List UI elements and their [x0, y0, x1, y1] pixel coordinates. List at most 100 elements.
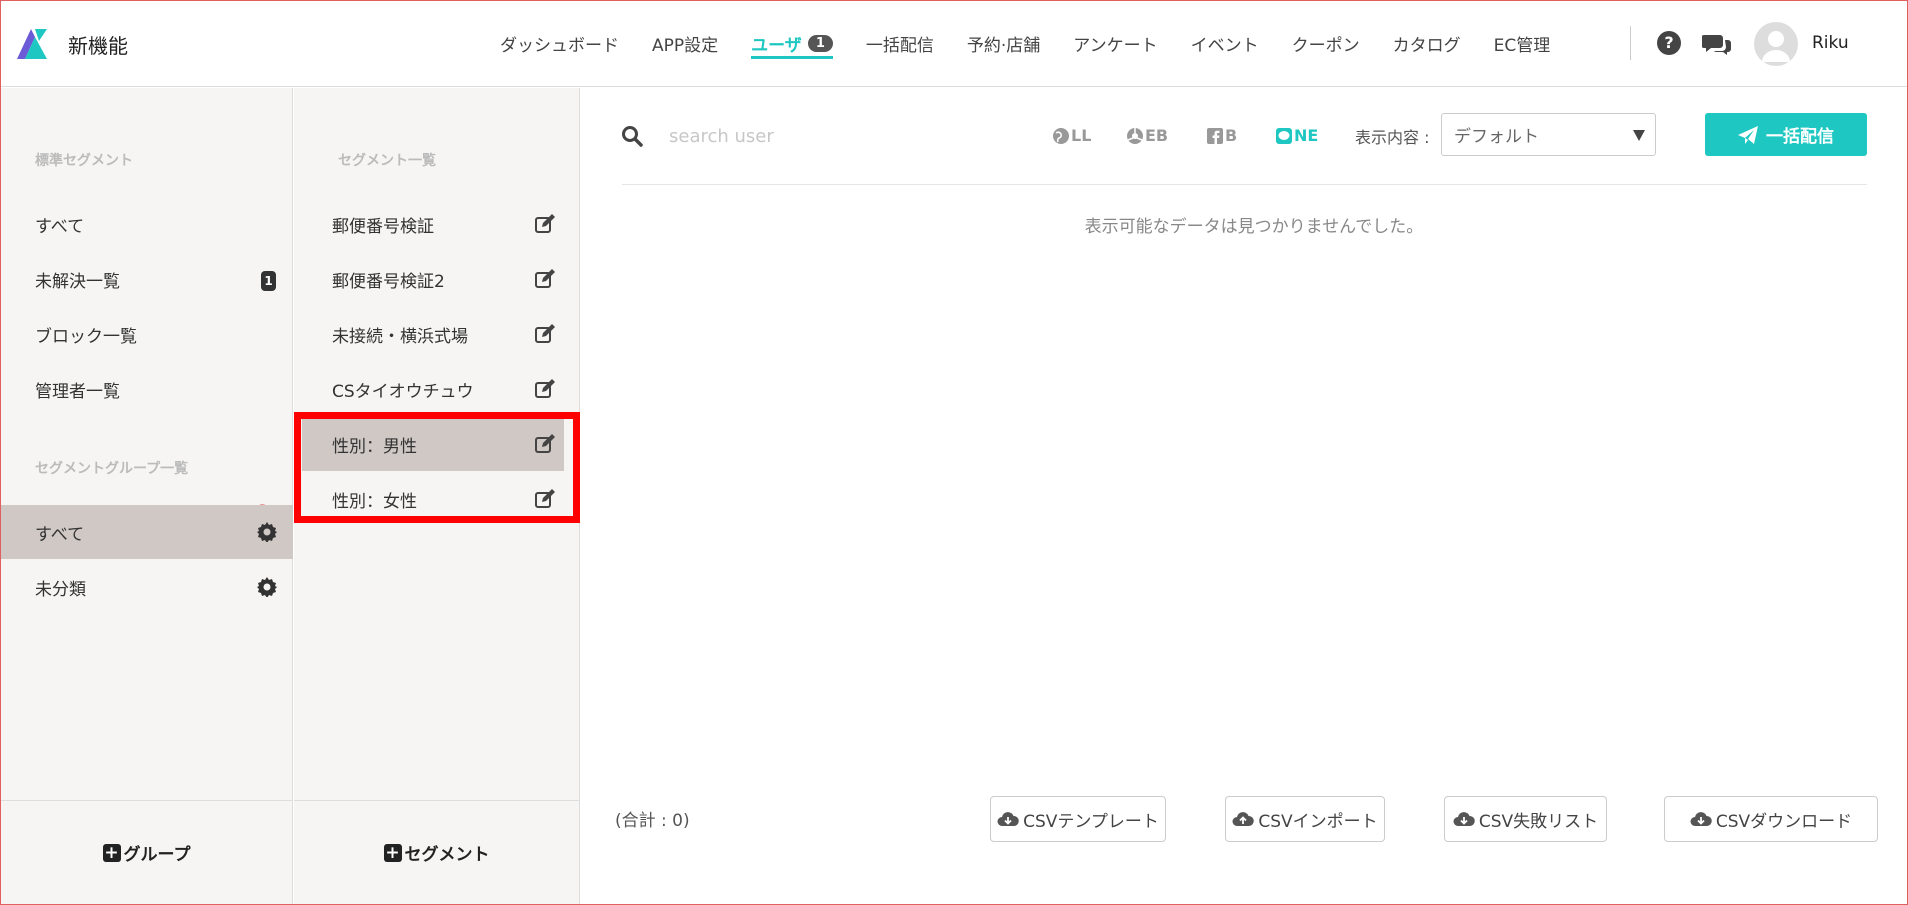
- sidebar-item-admins[interactable]: 管理者一覧: [1, 362, 293, 416]
- segment-item-label: 性別：女性: [332, 491, 417, 512]
- nav-label: クーポン: [1291, 36, 1360, 56]
- globe-icon: [1053, 127, 1069, 144]
- edit-icon[interactable]: [534, 378, 556, 400]
- csv-button-label: CSVテンプレート: [1023, 811, 1159, 832]
- sidebar-item-label: すべて: [35, 216, 85, 237]
- csv-button-label: CSVダウンロード: [1715, 811, 1853, 832]
- add-segment-button[interactable]: + セグメント: [383, 840, 490, 865]
- gear-icon[interactable]: [257, 577, 277, 597]
- sidebar-item-label: 管理者一覧: [35, 381, 120, 402]
- nav-users-badge: 1: [807, 35, 833, 52]
- csv-failure-list-button[interactable]: CSV失敗リスト: [1444, 796, 1607, 842]
- paper-plane-icon: [1738, 125, 1758, 144]
- segment-footer: + セグメント: [294, 800, 579, 904]
- plus-icon: +: [383, 842, 402, 863]
- user-avatar[interactable]: [1754, 22, 1798, 66]
- filter-label: B: [1225, 126, 1238, 145]
- segment-item-label: 郵便番号検証2: [332, 271, 445, 292]
- caret-down-icon: [1633, 130, 1645, 141]
- main-nav: ダッシュボード APP設定 ユーザ 1 一括配信 予約·店舗 アンケート イベント…: [500, 0, 1583, 87]
- app-title: 新機能: [68, 34, 128, 58]
- web-icon: [1127, 127, 1143, 144]
- display-content-label: 表示内容 :: [1355, 128, 1430, 147]
- nav-event[interactable]: イベント: [1191, 0, 1259, 87]
- add-segment-label: セグメント: [404, 845, 490, 865]
- filter-line[interactable]: NE: [1275, 126, 1318, 145]
- edit-icon[interactable]: [534, 213, 556, 235]
- nav-reservation[interactable]: 予約·店舗: [967, 0, 1040, 87]
- search-icon: [622, 126, 643, 147]
- cloud-upload-icon: [1232, 812, 1255, 826]
- avatar-person-icon: [1762, 31, 1790, 62]
- nav-ec[interactable]: EC管理: [1494, 0, 1551, 87]
- edit-icon[interactable]: [534, 268, 556, 290]
- group-footer: + グループ: [1, 800, 292, 904]
- segment-item[interactable]: 郵便番号検証2: [302, 252, 564, 306]
- segment-sidebar: 標準セグメント すべて 未解決一覧 1 ブロック一覧 管理者一覧 6 セグメント…: [1, 88, 293, 904]
- segment-item[interactable]: CSタイオウチュウ: [302, 362, 564, 416]
- filter-web[interactable]: EB: [1126, 126, 1168, 145]
- nav-dashboard[interactable]: ダッシュボード: [500, 0, 619, 87]
- edit-icon[interactable]: [534, 488, 556, 510]
- filter-facebook[interactable]: B: [1206, 126, 1237, 145]
- nav-broadcast[interactable]: 一括配信: [866, 0, 934, 87]
- filter-all[interactable]: LL: [1052, 126, 1091, 145]
- nav-label: アンケート: [1073, 36, 1158, 56]
- group-item-unclassified[interactable]: 未分類: [1, 560, 293, 614]
- csv-button-label: CSV失敗リスト: [1478, 811, 1599, 832]
- unresolved-count-badge: 1: [261, 271, 276, 291]
- cloud-download-icon: [1690, 812, 1712, 826]
- user-name[interactable]: Riku: [1812, 33, 1849, 53]
- group-item-all[interactable]: すべて: [1, 505, 293, 559]
- nav-label: EC管理: [1493, 36, 1551, 56]
- empty-state-message: 表示可能なデータは見つかりませんでした。: [1084, 217, 1424, 237]
- csv-button-label: CSVインポート: [1258, 811, 1378, 832]
- nav-label: 一括配信: [865, 36, 934, 56]
- search-user-input[interactable]: [669, 118, 999, 154]
- segment-item[interactable]: 性別：女性: [302, 472, 564, 526]
- cloud-download-icon: [997, 812, 1019, 826]
- csv-download-button[interactable]: CSVダウンロード: [1664, 796, 1878, 842]
- chat-icon[interactable]: [1702, 32, 1732, 56]
- csv-template-button[interactable]: CSVテンプレート: [990, 796, 1166, 842]
- sidebar-item-label: ブロック一覧: [35, 326, 137, 347]
- sidebar-item-blocked[interactable]: ブロック一覧: [1, 307, 293, 361]
- segment-list-panel: セグメント一覧 郵便番号検証 郵便番号検証2 未接続・横浜式場 CSタイオウチュ…: [294, 88, 580, 904]
- app-logo[interactable]: [13, 25, 49, 61]
- gear-icon[interactable]: [257, 522, 277, 542]
- group-item-label: すべて: [35, 524, 85, 545]
- segment-item[interactable]: 未接続・横浜式場: [302, 307, 564, 361]
- total-count: (合計 : 0): [615, 811, 690, 831]
- nav-label: ダッシュボード: [500, 36, 619, 56]
- sidebar-item-all[interactable]: すべて: [1, 197, 293, 251]
- add-group-label: グループ: [123, 845, 191, 865]
- edit-icon[interactable]: [534, 323, 556, 345]
- broadcast-button[interactable]: 一括配信: [1705, 113, 1867, 156]
- nav-users[interactable]: ユーザ 1: [751, 0, 833, 87]
- segment-item-label: 未接続・横浜式場: [332, 326, 468, 347]
- display-content-select[interactable]: デフォルト: [1441, 113, 1656, 156]
- csv-import-button[interactable]: CSVインポート: [1225, 796, 1385, 842]
- facebook-icon: [1207, 127, 1223, 144]
- filter-label: NE: [1294, 126, 1319, 145]
- nav-coupon[interactable]: クーポン: [1292, 0, 1360, 87]
- nav-app-settings[interactable]: APP設定: [652, 0, 718, 87]
- segment-item-selected[interactable]: 性別：男性: [302, 417, 564, 471]
- user-list-main: LL EB B NE 表示内容 : デフォルト 一括配信 表示可能なデータは見つ…: [581, 88, 1907, 904]
- edit-icon[interactable]: [534, 433, 556, 455]
- nav-survey[interactable]: アンケート: [1073, 0, 1157, 87]
- nav-catalog[interactable]: カタログ: [1393, 0, 1461, 87]
- add-group-button[interactable]: + グループ: [102, 840, 191, 865]
- segment-item[interactable]: 郵便番号検証: [302, 197, 564, 251]
- nav-label: ユーザ: [751, 36, 802, 56]
- nav-label: APP設定: [652, 36, 719, 56]
- help-icon[interactable]: ?: [1657, 31, 1681, 55]
- broadcast-label: 一括配信: [1766, 127, 1834, 147]
- filter-label: LL: [1071, 126, 1092, 145]
- cloud-download-icon: [1453, 812, 1475, 826]
- segment-list-heading: セグメント一覧: [338, 153, 436, 169]
- standard-segment-heading: 標準セグメント: [35, 153, 133, 169]
- filter-label: EB: [1145, 126, 1169, 145]
- sidebar-item-unresolved[interactable]: 未解決一覧 1: [1, 252, 293, 306]
- segment-item-label: 性別：男性: [332, 436, 417, 457]
